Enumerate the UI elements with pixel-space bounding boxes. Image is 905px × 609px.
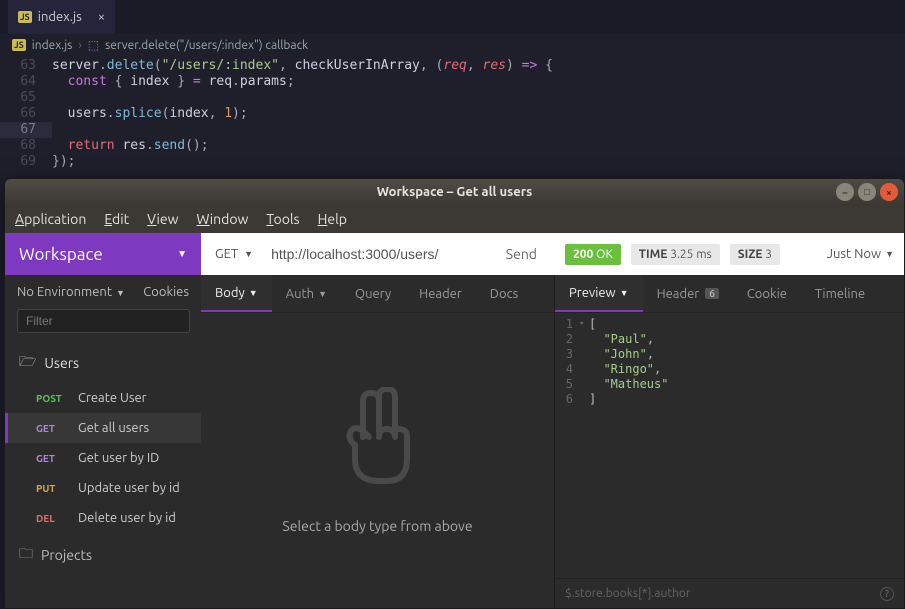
chevron-down-icon: ▼ (885, 249, 894, 259)
breadcrumb-symbol: server.delete("/users/:index") callback (105, 39, 308, 52)
js-badge-icon: JS (12, 39, 26, 51)
tab-filename: index.js (38, 10, 82, 24)
folder-open-icon: 🗁 (19, 351, 36, 375)
chevron-down-icon: ▼ (177, 248, 187, 260)
request-item[interactable]: POST Create User (5, 383, 201, 413)
request-item[interactable]: PUT Update user by id (5, 473, 201, 503)
minimize-icon[interactable]: – (836, 183, 854, 201)
folder-users[interactable]: 🗁 Users (5, 343, 201, 383)
cookies-button[interactable]: Cookies (143, 285, 189, 299)
tab-docs[interactable]: Docs (476, 275, 532, 312)
chevron-down-icon: ▼ (318, 289, 327, 299)
sidebar: Workspace ▼ No Environment▼ Cookies ✢▼ 🗁… (5, 233, 201, 608)
menu-edit[interactable]: Edit (104, 211, 129, 227)
tab-header[interactable]: Header (405, 275, 476, 312)
workspace-name: Workspace (19, 245, 103, 264)
request-name: Get all users (78, 421, 149, 435)
symbol-icon: ⬚ (88, 38, 99, 52)
count-badge: 6 (705, 288, 719, 299)
tab-body[interactable]: Body ▼ (201, 275, 272, 312)
request-item[interactable]: GET Get user by ID (5, 443, 201, 473)
environment-selector[interactable]: No Environment▼ (17, 285, 125, 299)
chevron-down-icon: ▼ (620, 288, 629, 298)
tab-header[interactable]: Header6 (643, 275, 733, 312)
folder-label: Users (44, 355, 79, 371)
request-name: Update user by id (78, 481, 180, 495)
request-pane: Body ▼Auth ▼QueryHeaderDocs Select a bod… (201, 275, 555, 608)
jsonpath-filter[interactable]: $.store.books[*].author ? (555, 578, 904, 608)
response-tabs: Preview ▼Header6CookieTimeline (555, 275, 904, 313)
tab-auth[interactable]: Auth ▼ (272, 275, 341, 312)
response-age[interactable]: Just Now ▼ (827, 247, 894, 261)
request-bar: GET ▼ Send 200 OK TIME 3.25 ms SIZE 3 Ju… (201, 233, 904, 275)
window-title: Workspace – Get all users (5, 185, 904, 199)
body-empty-message: Select a body type from above (282, 518, 472, 534)
peace-hand-icon (333, 387, 423, 490)
method-label: POST (36, 393, 68, 404)
help-icon[interactable]: ? (880, 587, 894, 601)
menu-tools[interactable]: Tools (266, 211, 299, 227)
request-name: Get user by ID (78, 451, 159, 465)
filter-input[interactable] (17, 309, 190, 333)
menu-help[interactable]: Help (318, 211, 347, 227)
url-input[interactable] (267, 246, 488, 262)
size-badge: SIZE 3 (730, 244, 780, 265)
request-tabs: Body ▼Auth ▼QueryHeaderDocs (201, 275, 554, 313)
breadcrumb-file: index.js (32, 39, 73, 52)
status-badge: 200 OK (565, 244, 621, 265)
chevron-down-icon: ▼ (244, 249, 253, 259)
method-label: GET (36, 453, 68, 464)
tab-timeline[interactable]: Timeline (801, 275, 879, 312)
insomnia-window: Workspace – Get all users – □ × Applicat… (4, 178, 905, 609)
code-block[interactable]: 63server.delete("/users/:index", checkUs… (0, 56, 905, 172)
menu-application[interactable]: Application (15, 211, 86, 227)
request-name: Delete user by id (78, 511, 176, 525)
chevron-right-icon: › (78, 39, 81, 52)
folder-icon: 🗀 (19, 543, 33, 567)
request-item[interactable]: GET Get all users (5, 413, 201, 443)
menu-bar: Application Edit View Window Tools Help (5, 205, 904, 233)
menu-window[interactable]: Window (197, 211, 249, 227)
request-item[interactable]: DEL Delete user by id (5, 503, 201, 533)
editor-tab[interactable]: JS index.js × (8, 0, 115, 34)
method-selector[interactable]: GET ▼ (201, 247, 267, 261)
response-body[interactable]: 1▾[2 "Paul",3 "John",4 "Ringo",5 "Matheu… (555, 313, 904, 578)
workspace-selector[interactable]: Workspace ▼ (5, 233, 201, 275)
request-name: Create User (78, 391, 147, 405)
tab-query[interactable]: Query (341, 275, 405, 312)
chevron-down-icon: ▼ (249, 288, 258, 298)
menu-view[interactable]: View (147, 211, 178, 227)
code-editor: JS index.js × JS index.js › ⬚ server.del… (0, 0, 905, 172)
tab-preview[interactable]: Preview ▼ (555, 275, 643, 312)
send-button[interactable]: Send (488, 246, 555, 262)
projects-label: Projects (41, 547, 92, 563)
js-badge-icon: JS (18, 11, 32, 23)
editor-tab-bar: JS index.js × (0, 0, 905, 34)
close-icon[interactable]: × (880, 183, 898, 201)
method-label: GET (36, 423, 68, 434)
maximize-icon[interactable]: □ (858, 183, 876, 201)
close-icon[interactable]: × (98, 10, 105, 24)
method-label: PUT (36, 483, 68, 494)
time-badge: TIME 3.25 ms (631, 244, 720, 265)
folder-projects[interactable]: 🗀 Projects (5, 533, 201, 577)
method-label: DEL (36, 513, 68, 524)
response-pane: Preview ▼Header6CookieTimeline 1▾[2 "Pau… (555, 275, 904, 608)
breadcrumb[interactable]: JS index.js › ⬚ server.delete("/users/:i… (0, 34, 905, 56)
tab-cookie[interactable]: Cookie (733, 275, 801, 312)
window-titlebar[interactable]: Workspace – Get all users – □ × (5, 179, 904, 205)
